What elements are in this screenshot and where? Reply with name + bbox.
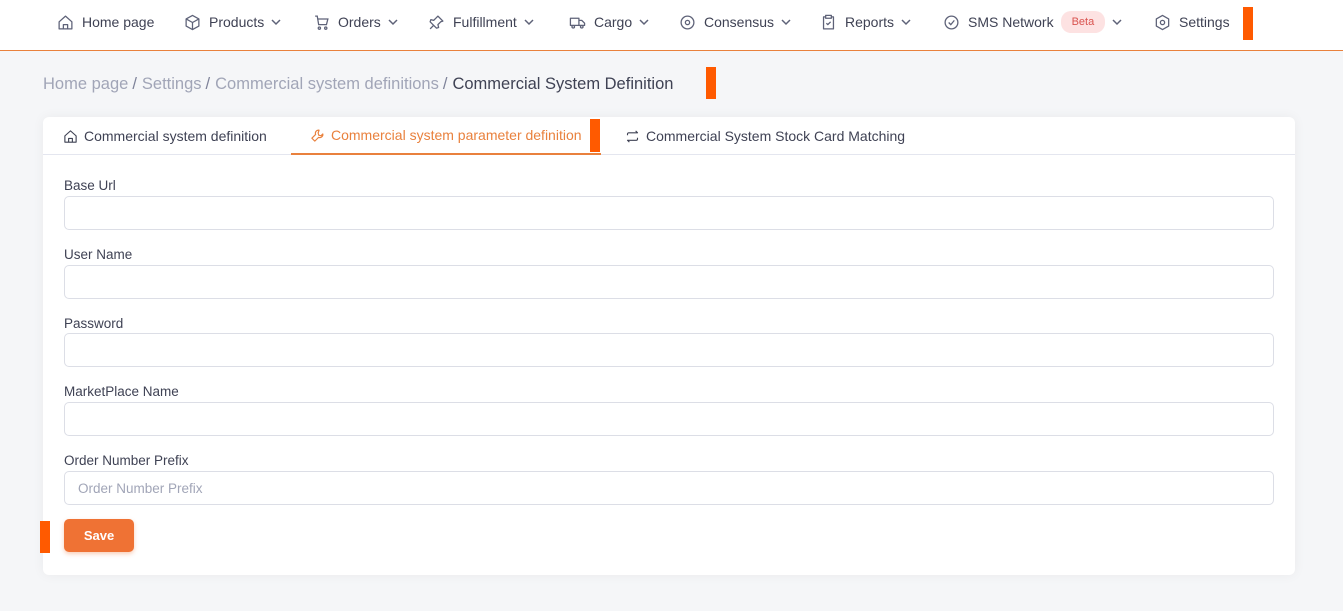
check-circle-icon xyxy=(944,14,959,30)
repeat-icon xyxy=(626,129,639,143)
breadcrumb: Home page / Settings / Commercial system… xyxy=(43,72,673,96)
cart-icon xyxy=(315,14,329,30)
password-label: Password xyxy=(64,316,124,331)
nav-home-label: Home page xyxy=(82,14,155,30)
tab-commercial-system-parameter-definition[interactable]: Commercial system parameter definition xyxy=(291,117,601,155)
nav-cargo[interactable]: Cargo xyxy=(569,10,649,34)
breadcrumb-separator: / xyxy=(132,74,137,93)
truck-icon xyxy=(569,17,586,29)
nav-sms-network[interactable]: SMS Network Beta xyxy=(943,10,1122,34)
marketplace-name-input[interactable] xyxy=(64,402,1274,436)
order-number-prefix-label: Order Number Prefix xyxy=(64,453,189,468)
nav-products[interactable]: Products xyxy=(184,10,281,34)
save-button[interactable]: Save xyxy=(64,519,134,552)
chevron-down-icon xyxy=(901,19,911,26)
tab-bar: Commercial system definition Commercial … xyxy=(43,117,1295,155)
page-title: Commercial System Definition xyxy=(452,74,674,93)
gear-icon xyxy=(1155,14,1170,30)
nav-fulfillment[interactable]: Fulfillment xyxy=(428,10,534,34)
chevron-down-icon xyxy=(1112,19,1122,26)
tab-commercial-system-definition[interactable]: Commercial system definition xyxy=(63,117,267,155)
user-name-input[interactable] xyxy=(64,265,1274,299)
nav-home[interactable]: Home page xyxy=(57,10,154,34)
nav-cargo-label: Cargo xyxy=(594,14,633,30)
nav-sms-network-label: SMS Network xyxy=(968,14,1054,30)
nav-orders-label: Orders xyxy=(338,14,381,30)
nav-consensus-label: Consensus xyxy=(704,14,775,30)
user-name-label: User Name xyxy=(64,247,133,262)
annotation-marker xyxy=(40,521,50,553)
nav-settings[interactable]: Settings xyxy=(1154,10,1230,34)
pin-icon xyxy=(429,14,444,29)
tab-label: Commercial system parameter definition xyxy=(331,127,582,143)
breadcrumb-home[interactable]: Home page xyxy=(43,75,128,94)
annotation-marker xyxy=(1243,7,1253,40)
top-navbar: Home page Products Orders Fulfillment Ca… xyxy=(0,0,1343,51)
chevron-down-icon xyxy=(524,19,534,26)
tab-label: Commercial System Stock Card Matching xyxy=(646,128,906,144)
breadcrumb-commercial-system-definitions[interactable]: Commercial system definitions xyxy=(215,75,439,94)
nav-consensus[interactable]: Consensus xyxy=(679,10,791,34)
chevron-down-icon xyxy=(388,19,398,26)
breadcrumb-settings[interactable]: Settings xyxy=(142,75,202,94)
nav-settings-label: Settings xyxy=(1179,14,1230,30)
clipboard-icon xyxy=(822,14,835,30)
nav-fulfillment-label: Fulfillment xyxy=(453,14,517,30)
nav-reports-label: Reports xyxy=(845,14,895,30)
base-url-label: Base Url xyxy=(64,178,116,193)
base-url-input[interactable] xyxy=(64,196,1274,230)
breadcrumb-separator: / xyxy=(205,74,211,93)
nav-products-label: Products xyxy=(209,14,265,30)
settings-card: Commercial system definition Commercial … xyxy=(40,117,1295,575)
annotation-marker xyxy=(590,119,600,152)
chevron-down-icon xyxy=(781,19,791,26)
home-icon xyxy=(58,14,73,30)
nav-reports[interactable]: Reports xyxy=(820,10,911,34)
password-input[interactable] xyxy=(64,333,1274,367)
home-icon xyxy=(64,129,77,143)
annotation-marker xyxy=(706,67,716,99)
wrench-icon xyxy=(311,129,324,142)
order-number-prefix-input[interactable] xyxy=(64,471,1274,505)
eye-icon xyxy=(680,14,695,30)
marketplace-name-label: MarketPlace Name xyxy=(64,384,179,399)
breadcrumb-separator: / xyxy=(442,74,448,93)
beta-badge: Beta xyxy=(1060,11,1106,33)
chevron-down-icon xyxy=(639,19,649,26)
tab-label: Commercial system definition xyxy=(84,128,267,144)
nav-orders[interactable]: Orders xyxy=(313,10,398,34)
box-icon xyxy=(185,14,200,30)
tab-stock-card-matching[interactable]: Commercial System Stock Card Matching xyxy=(625,117,905,155)
chevron-down-icon xyxy=(271,19,281,26)
